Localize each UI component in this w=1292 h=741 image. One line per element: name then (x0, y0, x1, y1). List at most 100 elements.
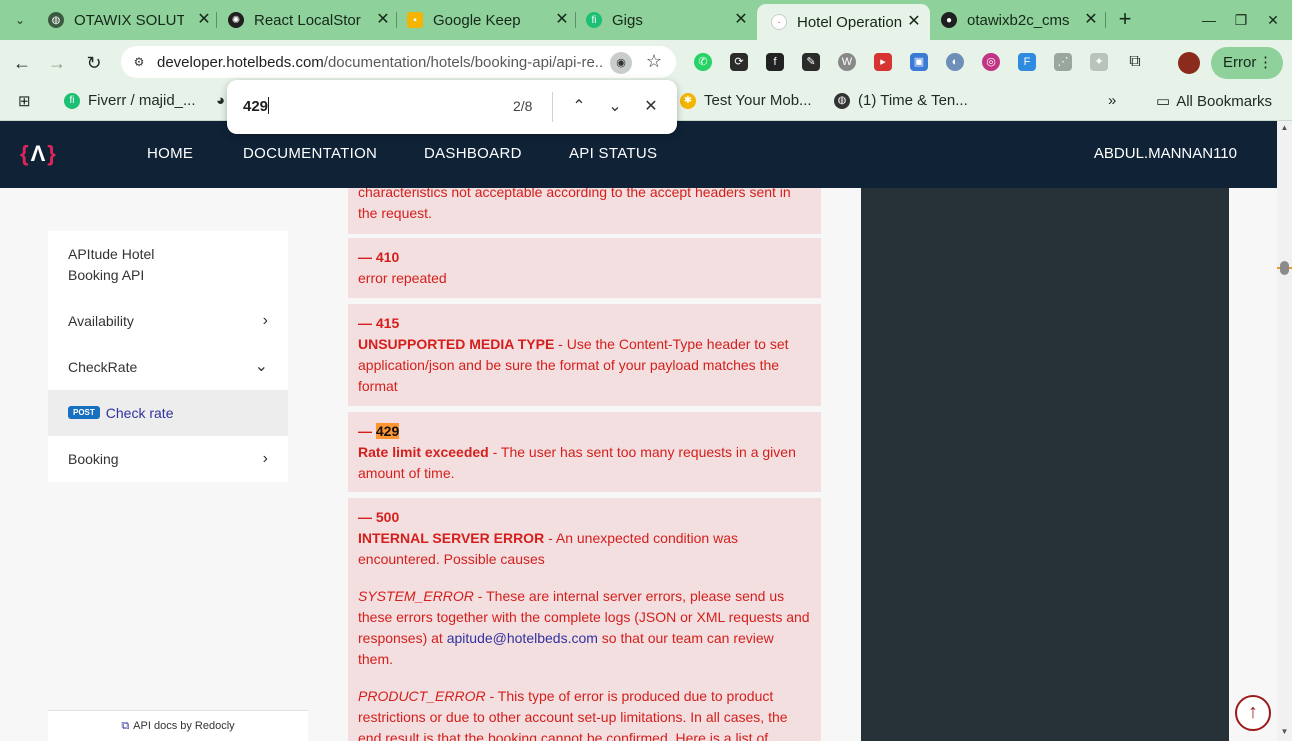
apps-grid-icon[interactable]: ⊞ (18, 92, 31, 110)
nav-dashboard[interactable]: DASHBOARD (424, 145, 522, 162)
close-icon[interactable]: ✕ (904, 12, 924, 32)
puzzle-extension-icon[interactable]: ✦ (1090, 53, 1108, 71)
find-match-count: 2/8 (513, 98, 533, 114)
tab-gigs[interactable]: fi Gigs ✕ (586, 6, 751, 34)
scroll-down-arrow-icon[interactable]: ▼ (1277, 727, 1292, 739)
back-button[interactable]: ← (10, 51, 34, 75)
close-icon[interactable]: ✕ (373, 10, 393, 30)
instagram-extension-icon[interactable]: ◎ (982, 53, 1000, 71)
chevron-down-icon: ⌄ (254, 358, 268, 375)
globe-icon: ◍ (48, 12, 64, 28)
sidebar-item-checkrate[interactable]: CheckRate ⌄ (48, 344, 288, 390)
kebab-menu-icon: ⋮ (1258, 54, 1273, 71)
window-close-button[interactable]: ✕ (1262, 10, 1284, 30)
response-429[interactable]: — 429 Rate limit exceeded - The user has… (348, 412, 821, 492)
error-button[interactable]: Error ⋮ (1211, 47, 1283, 79)
sidebar-subitem-check-rate[interactable]: POST Check rate (48, 390, 288, 436)
user-menu[interactable]: ABDUL.MANNAN110 (1094, 145, 1237, 162)
eyedropper-extension-icon[interactable]: ✎ (802, 53, 820, 71)
extensions-menu-icon[interactable]: ⧉ (1126, 53, 1144, 71)
hotelbeds-logo[interactable]: {Λ} (20, 141, 57, 167)
nav-home[interactable]: HOME (147, 145, 193, 162)
nav-api-status[interactable]: API STATUS (569, 145, 657, 162)
support-email-link[interactable]: apitude@hotelbeds.com (447, 630, 598, 646)
docs-sidebar: APItude Hotel Booking API Availability ›… (48, 231, 288, 482)
wordpress-extension-icon[interactable]: W (838, 53, 856, 71)
response-415[interactable]: — 415 UNSUPPORTED MEDIA TYPE - Use the C… (348, 304, 821, 406)
http-method-badge: POST (68, 406, 100, 419)
sync-extension-icon[interactable]: ⟳ (730, 53, 748, 71)
tab-google-keep[interactable]: ▪ Google Keep ✕ (407, 6, 572, 34)
scroll-thumb[interactable] (1280, 261, 1289, 275)
all-bookmarks-folder[interactable]: ▭ All Bookmarks (1156, 92, 1272, 111)
chevron-right-icon: › (262, 450, 268, 467)
tab-hotel-operation[interactable]: · Hotel Operation ✕ (757, 4, 930, 40)
find-input[interactable]: 429 (243, 97, 270, 115)
response-name: UNSUPPORTED MEDIA TYPE (358, 336, 555, 352)
system-error-label: SYSTEM_ERROR (358, 588, 474, 604)
dots-extension-icon[interactable]: ⋰ (1054, 53, 1072, 71)
restore-button[interactable]: ❐ (1230, 10, 1252, 30)
find-previous-button[interactable]: ⌃ (567, 95, 591, 119)
tab-otawixb2c-cms[interactable]: ● otawixb2c_cms ✕ (941, 6, 1101, 34)
avatar[interactable] (1178, 52, 1200, 74)
page-scrollbar[interactable]: ▲ ▼ (1277, 121, 1292, 741)
bookmark-fiverr[interactable]: fi Fiverr / majid_... (64, 92, 196, 109)
minimize-button[interactable]: — (1198, 10, 1220, 30)
redocly-credit[interactable]: ⧉ API docs by Redocly (48, 710, 308, 741)
site-info-icon[interactable]: ⚙ (129, 52, 149, 72)
logo-brace-right-icon: } (47, 141, 57, 166)
screen-extension-icon[interactable]: ▣ (910, 53, 928, 71)
response-code: — 500 (358, 509, 400, 525)
tab-strip: ⌄ ◍ OTAWIX SOLUTI ✕ ✺ React LocalStor ✕ … (0, 0, 1292, 40)
fiverr-icon: fi (586, 12, 602, 28)
sidebar-title[interactable]: APItude Hotel Booking API (48, 231, 228, 298)
more-bookmarks-icon[interactable]: » (1108, 92, 1116, 109)
bookmark-test-mobile[interactable]: ✱ Test Your Mob... (680, 92, 812, 109)
reload-button[interactable]: ↻ (82, 51, 106, 75)
find-next-button[interactable]: ⌄ (603, 95, 627, 119)
fi-extension-icon[interactable]: F (1018, 53, 1036, 71)
tab-divider (575, 12, 576, 28)
forward-button[interactable]: → (45, 51, 69, 75)
close-icon[interactable]: ✕ (1081, 10, 1101, 30)
address-bar[interactable]: ⚙ developer.hotelbeds.com/documentation/… (121, 46, 676, 78)
scroll-up-arrow-icon[interactable]: ▲ (1277, 123, 1292, 135)
bookmark-time-tension[interactable]: ◍ (1) Time & Ten... (834, 92, 968, 109)
docs-content: APItude Hotel Booking API Availability ›… (0, 188, 1277, 741)
nav-documentation[interactable]: DOCUMENTATION (243, 145, 377, 162)
media-extension-icon[interactable]: ▸ (874, 53, 892, 71)
hotelbeds-icon: · (771, 14, 787, 30)
keep-icon: ▪ (407, 12, 423, 28)
find-bar: 429 2/8 ⌃ ⌄ ✕ (227, 80, 677, 134)
bookmark-star-icon[interactable]: ☆ (643, 50, 665, 72)
response-410[interactable]: — 410 error repeated (348, 238, 821, 298)
browser-toolbar: ← → ↻ ⚙ developer.hotelbeds.com/document… (0, 40, 1292, 85)
globe-icon: ◍ (834, 92, 850, 109)
tab-divider (216, 12, 217, 28)
formula-extension-icon[interactable]: f (766, 53, 784, 71)
responses-list: characteristics not acceptable according… (348, 188, 821, 741)
tab-otawix[interactable]: ◍ OTAWIX SOLUTI ✕ (48, 6, 214, 34)
url-text[interactable]: developer.hotelbeds.com/documentation/ho… (157, 54, 602, 71)
tab-react-localstorage[interactable]: ✺ React LocalStor ✕ (228, 6, 393, 34)
sidebar-item-booking[interactable]: Booking › (48, 436, 288, 482)
shield-extension-icon[interactable]: ◐ (946, 53, 964, 71)
scroll-to-top-button[interactable]: ↑ (1235, 695, 1271, 731)
close-icon[interactable]: ✕ (552, 10, 572, 30)
close-icon[interactable]: ✕ (731, 10, 751, 30)
response-500[interactable]: — 500 INTERNAL SERVER ERROR - An unexpec… (348, 498, 821, 741)
chrome-icon[interactable]: ◕ (216, 92, 225, 109)
lens-icon[interactable]: ◉ (610, 52, 632, 74)
close-icon[interactable]: ✕ (194, 10, 214, 30)
logo-mark-icon: Λ (30, 141, 47, 166)
fiverr-icon: fi (64, 92, 80, 109)
find-close-button[interactable]: ✕ (639, 95, 663, 119)
new-tab-button[interactable]: + (1114, 8, 1136, 31)
sidebar-item-availability[interactable]: Availability › (48, 298, 288, 344)
tab-search-icon[interactable]: ⌄ (10, 10, 30, 30)
folder-icon: ▭ (1156, 93, 1171, 110)
response-code: — 410 (358, 249, 400, 265)
whatsapp-extension-icon[interactable]: ✆ (694, 53, 712, 71)
response-name: Rate limit exceeded (358, 444, 489, 460)
